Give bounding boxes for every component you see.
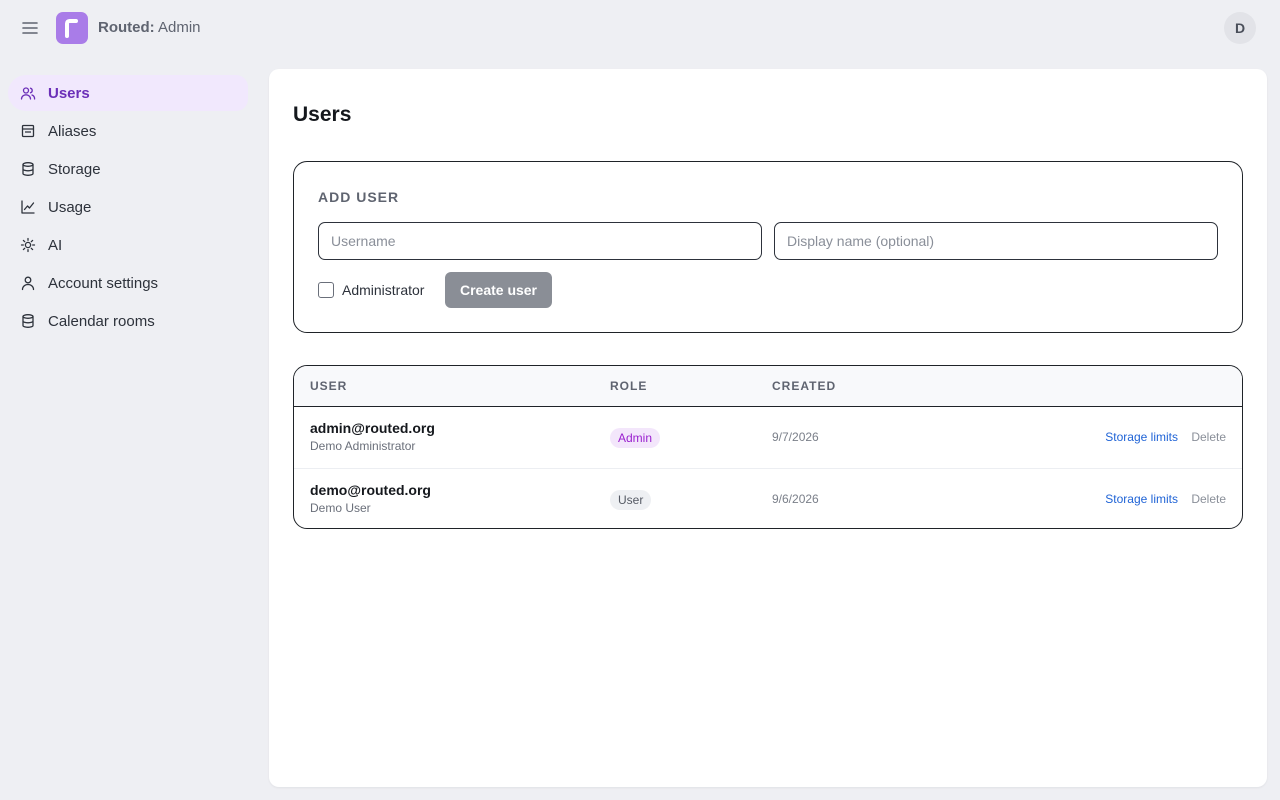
administrator-label: Administrator [342, 282, 425, 298]
created-date: 9/6/2026 [772, 492, 819, 506]
app-title: Routed: Admin [98, 19, 201, 36]
users-table: USER ROLE CREATED admin@routed.org Demo … [293, 365, 1243, 529]
table-header: USER ROLE CREATED [294, 366, 1242, 407]
role-badge: User [610, 490, 652, 510]
sidebar-item-label: Calendar rooms [48, 312, 155, 330]
administrator-checkbox[interactable] [318, 282, 334, 298]
avatar[interactable]: D [1224, 12, 1256, 44]
sidebar-item-label: Usage [48, 198, 92, 216]
table-row: demo@routed.org Demo User User 9/6/2026 … [294, 468, 1242, 528]
delete-button[interactable]: Delete [1191, 492, 1226, 506]
user-email: admin@routed.org [310, 420, 435, 436]
administrator-toggle[interactable]: Administrator [318, 282, 424, 298]
sidebar-item-label: Storage [48, 160, 101, 178]
user-icon [20, 275, 36, 291]
create-user-button[interactable]: Create user [445, 272, 552, 308]
add-user-panel: ADD USER Administrator Create user [293, 161, 1243, 333]
top-bar: Routed: Admin D [0, 0, 1280, 56]
sidebar: Users Aliases Storage Usage AI Account s… [8, 75, 248, 341]
role-badge: Admin [610, 428, 661, 448]
database-icon [20, 313, 36, 329]
aliases-icon [20, 123, 36, 139]
main-panel: Users ADD USER Administrator Create user… [269, 69, 1267, 787]
column-header-created: CREATED [772, 379, 837, 393]
sidebar-item-account-settings[interactable]: Account settings [8, 265, 248, 301]
table-row: admin@routed.org Demo Administrator Admi… [294, 407, 1242, 468]
sidebar-item-label: AI [48, 236, 63, 254]
column-header-role: ROLE [610, 379, 648, 393]
user-cell: admin@routed.org Demo Administrator [310, 420, 435, 453]
brand-name: Routed: [98, 19, 155, 36]
sidebar-item-storage[interactable]: Storage [8, 151, 248, 187]
database-icon [20, 161, 36, 177]
users-icon [20, 85, 36, 101]
sidebar-item-label: Users [48, 84, 90, 102]
storage-limits-link[interactable]: Storage limits [1105, 492, 1178, 506]
sun-icon [20, 237, 36, 253]
column-header-user: USER [310, 379, 348, 393]
sidebar-item-users[interactable]: Users [8, 75, 248, 111]
user-email: demo@routed.org [310, 482, 431, 498]
page-title: Users [293, 103, 352, 126]
sidebar-item-label: Aliases [48, 122, 97, 140]
user-display-name: Demo User [310, 501, 371, 515]
user-cell: demo@routed.org Demo User [310, 482, 431, 515]
display-name-input[interactable] [774, 222, 1218, 260]
sidebar-item-ai[interactable]: AI [8, 227, 248, 263]
add-user-heading: ADD USER [318, 189, 400, 205]
username-input[interactable] [318, 222, 762, 260]
menu-icon[interactable] [20, 18, 40, 38]
logo-icon [56, 12, 88, 44]
storage-limits-link[interactable]: Storage limits [1105, 430, 1178, 444]
user-display-name: Demo Administrator [310, 439, 416, 453]
sidebar-item-calendar-rooms[interactable]: Calendar rooms [8, 303, 248, 339]
sidebar-item-aliases[interactable]: Aliases [8, 113, 248, 149]
sidebar-item-usage[interactable]: Usage [8, 189, 248, 225]
delete-button[interactable]: Delete [1191, 430, 1226, 444]
brand-suffix: Admin [154, 19, 201, 36]
chart-icon [20, 199, 36, 215]
sidebar-item-label: Account settings [48, 274, 159, 292]
created-date: 9/7/2026 [772, 430, 819, 444]
